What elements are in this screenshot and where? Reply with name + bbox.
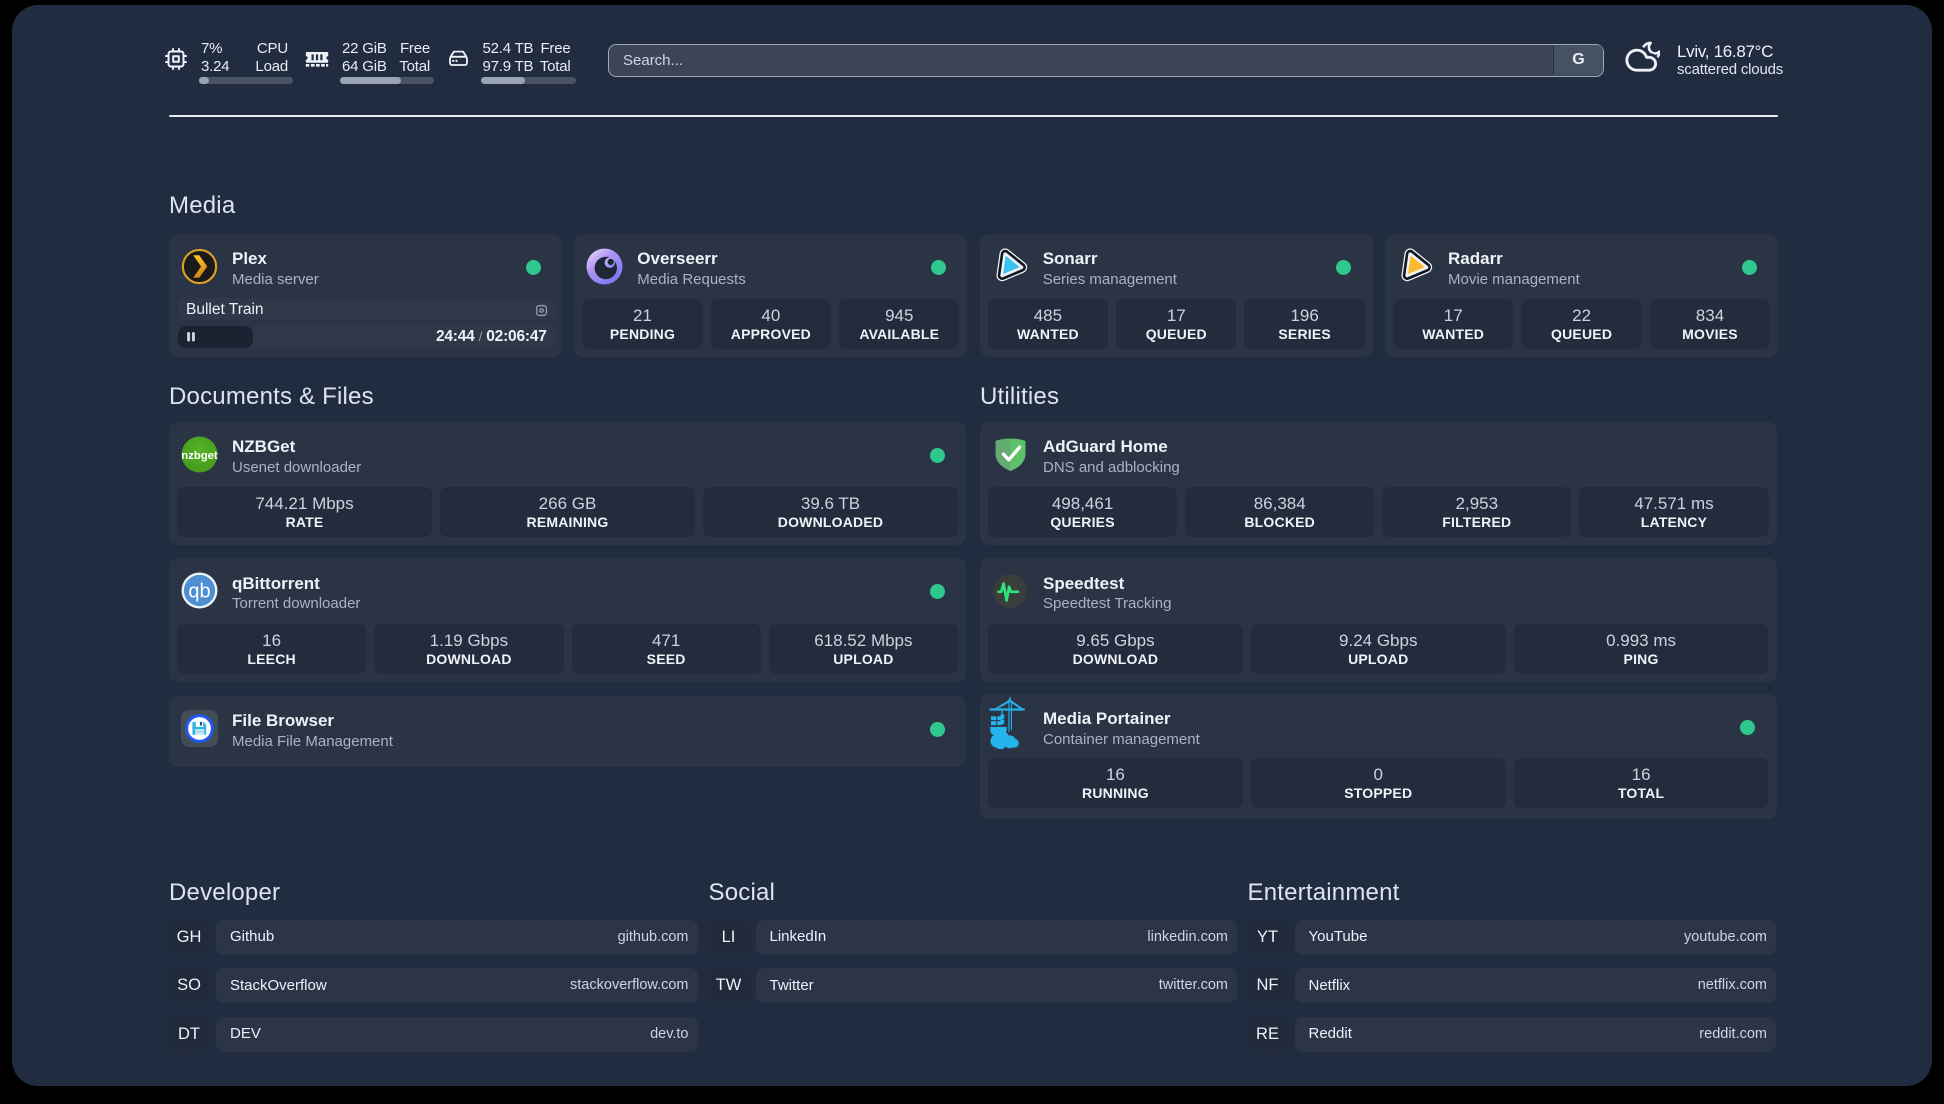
svg-text:nzbget: nzbget <box>181 450 218 462</box>
svg-text:qb: qb <box>188 581 210 603</box>
